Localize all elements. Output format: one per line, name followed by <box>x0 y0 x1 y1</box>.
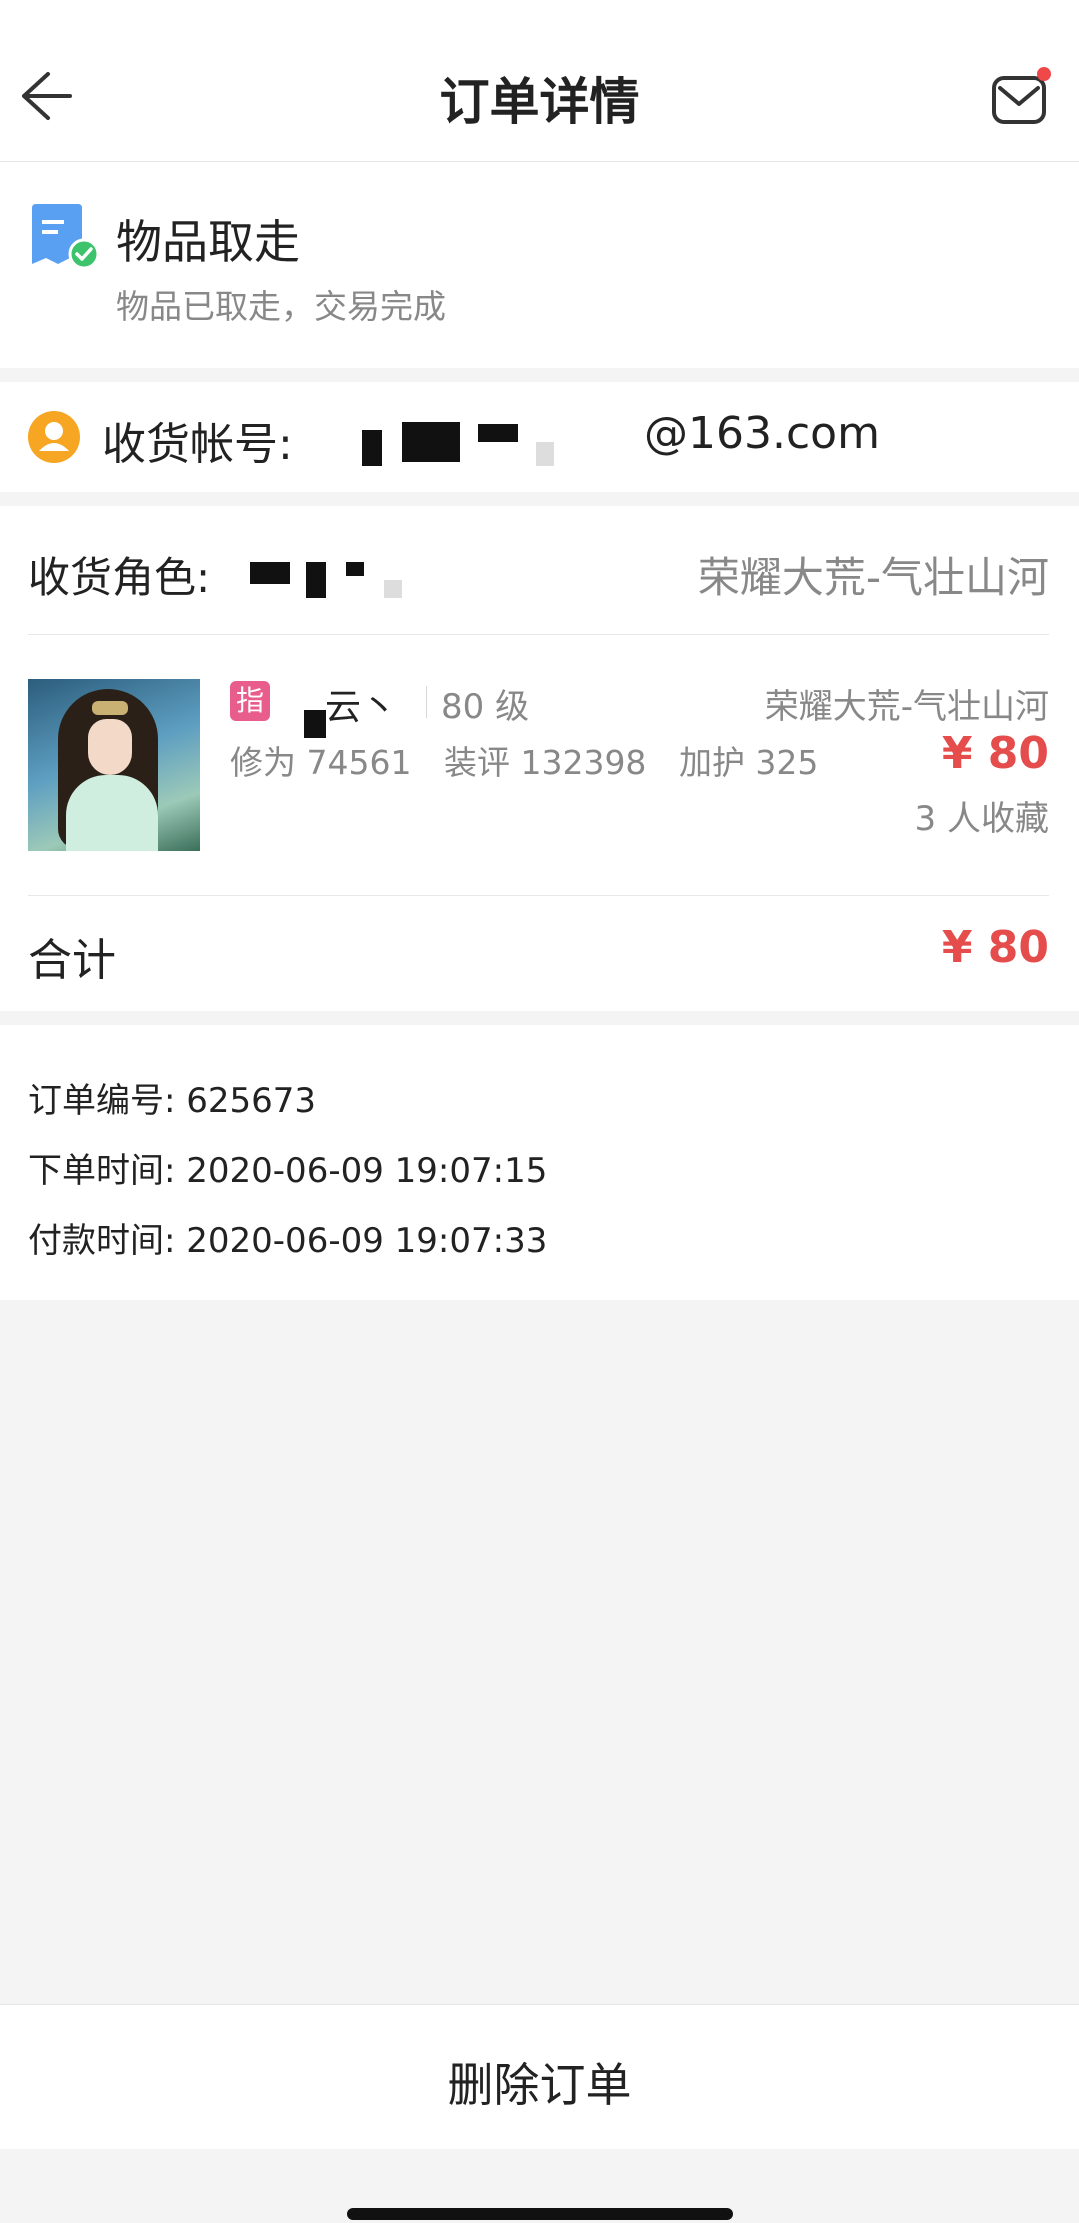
home-indicator[interactable] <box>347 2208 733 2220</box>
role-server: 荣耀大荒-气壮山河 <box>697 553 1049 602</box>
redacted-block <box>402 422 460 462</box>
redacted-block <box>362 430 382 466</box>
character-level: 80 级 <box>441 687 530 727</box>
redacted-block <box>478 424 518 442</box>
redacted-block <box>304 710 326 738</box>
bottom-action-bar: 删除订单 <box>0 2004 1079 2149</box>
divider <box>28 634 1049 635</box>
separator <box>426 686 427 718</box>
favorites-count: 3 人收藏 <box>914 799 1049 839</box>
character-stats: 修为 74561 装评 132398 加护 325 <box>230 736 840 784</box>
status-title: 物品取走 <box>116 215 300 269</box>
divider <box>28 895 1049 896</box>
role-label: 收货角色: <box>28 553 211 602</box>
notification-dot <box>1037 67 1051 81</box>
redacted-block <box>384 580 402 598</box>
mail-icon[interactable] <box>990 66 1052 128</box>
total-label: 合计 <box>28 935 116 986</box>
character-avatar[interactable] <box>28 679 200 851</box>
redacted-block <box>536 442 554 466</box>
item-price: ¥ 80 <box>941 728 1049 779</box>
order-time: 下单时间: 2020-06-09 19:07:15 <box>28 1151 548 1191</box>
delete-order-button[interactable]: 删除订单 <box>0 2049 1079 2115</box>
account-value: @163.com <box>644 408 880 459</box>
page-title: 订单详情 <box>439 73 640 131</box>
order-card: 收货角色: 荣耀大荒-气壮山河 指 云丶 80 级 荣耀大荒-气壮山河 修为 7… <box>0 506 1079 1011</box>
stat-protection: 加护 325 <box>678 743 819 782</box>
order-info-card: 订单编号: 625673 下单时间: 2020-06-09 19:07:15 付… <box>0 1025 1079 1300</box>
redacted-block <box>250 562 290 584</box>
total-price: ¥ 80 <box>941 922 1049 973</box>
account-label: 收货帐号: <box>102 419 293 470</box>
stat-cultivation: 修为 74561 <box>230 743 412 782</box>
redacted-block <box>306 562 326 598</box>
redacted-block <box>346 562 364 576</box>
item-server: 荣耀大荒-气壮山河 <box>764 687 1049 727</box>
status-card: 物品取走 物品已取走，交易完成 <box>0 162 1079 368</box>
user-icon <box>28 411 80 463</box>
completed-document-icon <box>32 204 98 270</box>
payment-time: 付款时间: 2020-06-09 19:07:33 <box>28 1221 548 1261</box>
status-subtitle: 物品已取走，交易完成 <box>116 287 446 326</box>
header: 订单详情 <box>0 0 1079 162</box>
character-name: 云丶 <box>325 687 398 728</box>
class-tag: 指 <box>230 681 270 721</box>
stat-equipment-score: 装评 132398 <box>443 743 647 782</box>
account-card: 收货帐号: @163.com <box>0 382 1079 492</box>
order-number: 订单编号: 625673 <box>28 1081 317 1121</box>
